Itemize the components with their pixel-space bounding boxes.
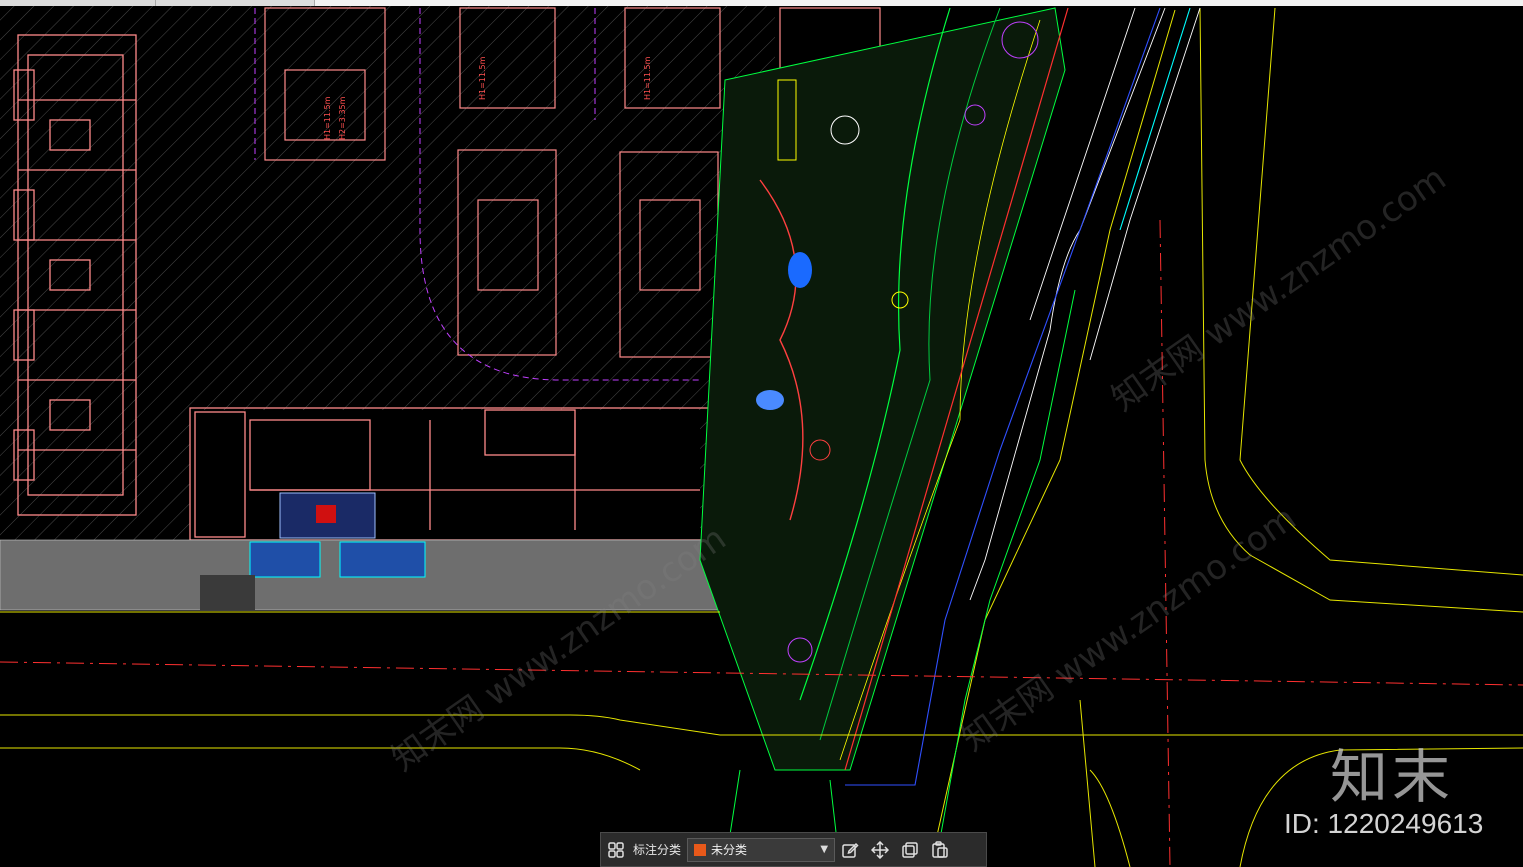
svg-text:H1=11.5m: H1=11.5m <box>323 96 332 140</box>
window-tab[interactable] <box>156 0 315 6</box>
category-color-swatch <box>694 843 707 856</box>
copy-icon[interactable] <box>895 835 925 865</box>
toolbar-label: 标注分类 <box>633 843 682 857</box>
chevron-down-icon: ▼ <box>820 844 829 855</box>
site-hatch-area <box>0 6 775 540</box>
cad-drawing-canvas[interactable]: H1=11.5m H2=3.35m H1=11.5m H1=11.5m <box>0 0 1523 867</box>
window-tab[interactable] <box>0 0 156 6</box>
top-window-strip <box>0 0 1523 6</box>
building-commercial <box>189 407 711 541</box>
watermark-id: ID: 1220249613 <box>1284 808 1484 839</box>
grid-icon[interactable] <box>601 835 631 865</box>
category-value: 未分类 <box>711 843 748 857</box>
annotation-toolbar: 标注分类 未分类 ▼ <box>600 832 987 867</box>
landscape-strip <box>699 7 1066 771</box>
category-dropdown[interactable]: 未分类 ▼ <box>687 837 836 862</box>
svg-text:H1=11.5m: H1=11.5m <box>643 56 652 100</box>
move-icon[interactable] <box>865 835 895 865</box>
edit-icon[interactable] <box>835 835 865 865</box>
svg-text:H2=3.35m: H2=3.35m <box>338 96 347 140</box>
paste-icon[interactable] <box>925 835 955 865</box>
svg-text:H1=11.5m: H1=11.5m <box>478 56 487 100</box>
watermark-logo: 知末 <box>1330 743 1455 811</box>
